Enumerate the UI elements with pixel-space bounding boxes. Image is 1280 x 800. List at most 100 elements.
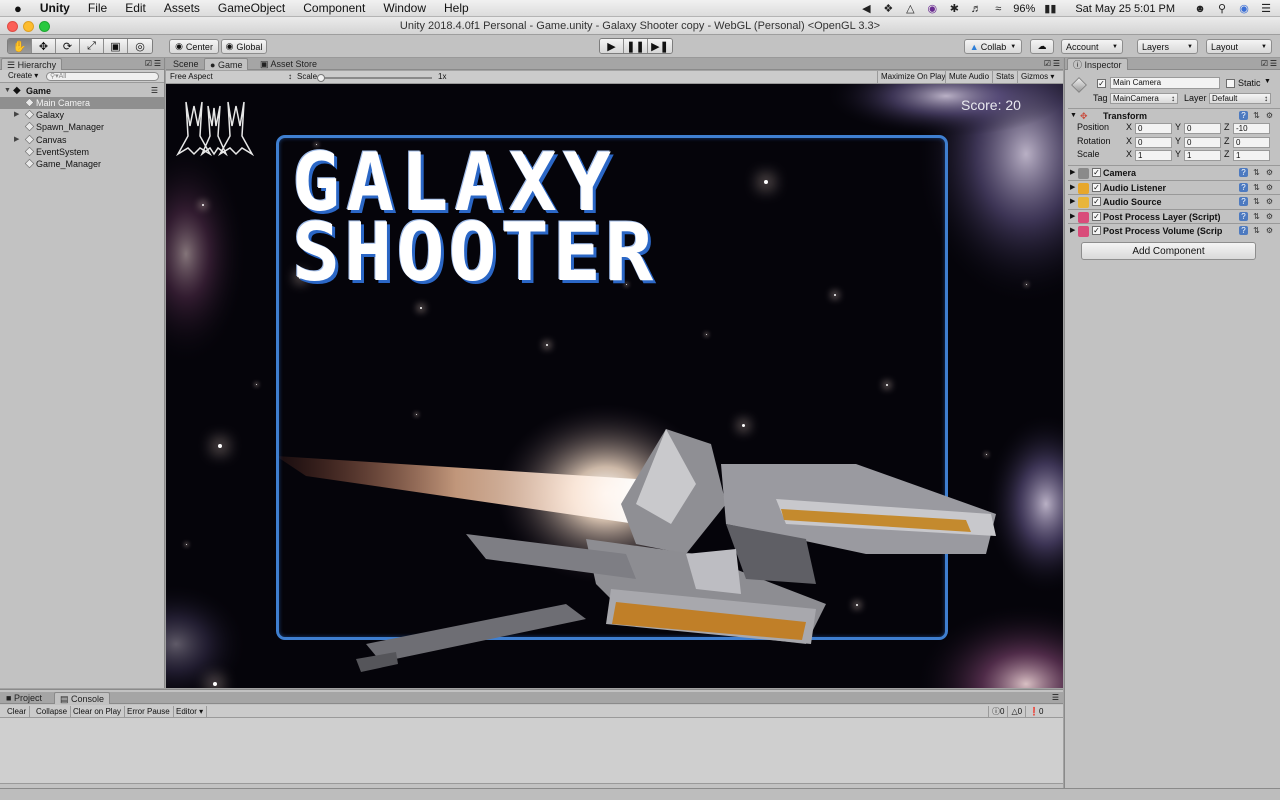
transform-header[interactable]: ▼ ✥ Transform ? ⇅ ⚙	[1068, 108, 1280, 122]
create-dropdown[interactable]: Create ▾	[8, 70, 38, 82]
pivot-center-button[interactable]: ◉ Center	[169, 39, 219, 54]
volume-icon[interactable]: ♬	[970, 3, 982, 15]
transform-rotation-z-field[interactable]: 0	[1233, 136, 1270, 148]
clock[interactable]: Sat May 25 5:01 PM	[1075, 3, 1175, 15]
gizmos-dropdown[interactable]: Gizmos ▾	[1017, 71, 1057, 83]
help-icon[interactable]: ?	[1239, 211, 1248, 221]
tab-asset-store[interactable]: ▣ Asset Store	[255, 58, 322, 70]
gear-icon[interactable]: ⚙	[1265, 168, 1274, 177]
panel-menu-icon[interactable]: ☰	[154, 59, 161, 68]
lock-icon[interactable]: ☑	[1261, 59, 1268, 68]
transform-scale-z-field[interactable]: 1	[1233, 150, 1270, 161]
help-icon[interactable]: ?	[1239, 226, 1248, 235]
menu-gameobject[interactable]: GameObject	[209, 1, 294, 15]
unity-status-icon[interactable]: ◀	[860, 3, 872, 15]
info-count-toggle[interactable]: ⓘ0	[988, 706, 1007, 717]
add-component-button[interactable]: Add Component	[1081, 242, 1256, 260]
expand-arrow-icon[interactable]: ▶	[14, 134, 19, 146]
user-icon[interactable]: ☻	[1194, 3, 1206, 15]
preset-icon[interactable]: ⇅	[1252, 111, 1261, 120]
hierarchy-item[interactable]: Spawn_Manager	[0, 121, 164, 133]
component-header[interactable]: ▶ ✓ Post Process Volume (Scrip? ⇅ ⚙	[1068, 223, 1280, 237]
panel-menu-icon[interactable]: ☰	[1270, 59, 1277, 68]
layout-dropdown[interactable]: Layout ▼	[1206, 39, 1272, 54]
tab-inspector[interactable]: ⓘ Inspector	[1067, 58, 1128, 70]
scale-slider-handle[interactable]	[317, 74, 325, 82]
bluetooth-icon[interactable]: ✱	[948, 3, 960, 15]
help-icon[interactable]: ?	[1239, 111, 1248, 120]
tab-project[interactable]: ■ Project	[1, 692, 47, 704]
gear-icon[interactable]: ⚙	[1265, 111, 1274, 120]
preset-icon[interactable]: ⇅	[1252, 183, 1261, 192]
tab-scene[interactable]: Scene	[168, 58, 204, 70]
lock-icon[interactable]: ☑	[1044, 59, 1051, 68]
editor-dropdown[interactable]: Editor ▾	[173, 706, 208, 717]
menu-component[interactable]: Component	[294, 1, 374, 15]
component-header[interactable]: ▶ ✓ Audio Source? ⇅ ⚙	[1068, 194, 1280, 208]
transform-rotation-y-field[interactable]: 0	[1184, 136, 1221, 148]
gear-icon[interactable]: ⚙	[1265, 197, 1274, 206]
collapse-toggle[interactable]: Collapse	[33, 706, 72, 717]
close-window-button[interactable]	[7, 21, 18, 32]
hierarchy-item[interactable]: Main Camera	[0, 97, 164, 109]
hierarchy-item[interactable]: EventSystem	[0, 146, 164, 158]
component-header[interactable]: ▶ ✓ Post Process Layer (Script)? ⇅ ⚙	[1068, 208, 1280, 224]
tag-dropdown[interactable]: MainCamera ↕	[1110, 93, 1178, 104]
stats-toggle[interactable]: Stats	[992, 71, 1017, 83]
scale-slider[interactable]	[317, 74, 432, 82]
scale-tool-icon[interactable]: ⤢	[80, 39, 104, 53]
aspect-dropdown[interactable]: Free Aspect ↕	[170, 71, 292, 83]
minimize-window-button[interactable]	[23, 21, 34, 32]
transform-position-x-field[interactable]: 0	[1135, 123, 1172, 134]
foldout-arrow-icon[interactable]: ▶	[1070, 224, 1075, 238]
game-view[interactable]: Score: 20 GALAXY SHOOTER	[166, 84, 1063, 688]
preset-icon[interactable]: ⇅	[1252, 197, 1261, 206]
object-name-field[interactable]: Main Camera	[1110, 77, 1220, 89]
error-count-toggle[interactable]: ❗0	[1025, 706, 1046, 717]
layers-dropdown[interactable]: Layers ▼	[1137, 39, 1198, 54]
foldout-arrow-icon[interactable]: ▶	[1070, 166, 1075, 180]
lock-icon[interactable]: ☑	[145, 59, 152, 68]
mute-audio-toggle[interactable]: Mute Audio	[945, 71, 992, 83]
foldout-arrow-icon[interactable]: ▶	[1070, 195, 1075, 209]
panel-menu-icon[interactable]: ☰	[1052, 693, 1059, 702]
space-global-button[interactable]: ◉ Global	[221, 39, 267, 54]
scene-menu-icon[interactable]: ☰	[151, 85, 158, 97]
component-enabled-checkbox[interactable]: ✓	[1092, 182, 1101, 192]
dropbox-icon[interactable]: ❖	[882, 3, 894, 15]
transform-scale-y-field[interactable]: 1	[1184, 150, 1221, 161]
preset-icon[interactable]: ⇅	[1252, 168, 1261, 177]
active-checkbox[interactable]: ✓	[1097, 79, 1106, 88]
menu-file[interactable]: File	[79, 1, 116, 15]
clear-button[interactable]: Clear	[4, 706, 31, 717]
clear-on-play-toggle[interactable]: Clear on Play	[70, 706, 126, 717]
gear-icon[interactable]: ⚙	[1265, 212, 1274, 221]
warning-count-toggle[interactable]: △0	[1007, 706, 1025, 717]
transform-scale-x-field[interactable]: 1	[1135, 150, 1172, 161]
pause-button-icon[interactable]: ❚❚	[624, 39, 648, 53]
foldout-arrow-icon[interactable]: ▶	[1070, 210, 1075, 224]
hierarchy-item[interactable]: ▶ Galaxy	[0, 109, 164, 121]
component-enabled-checkbox[interactable]: ✓	[1092, 197, 1101, 206]
foldout-arrow-icon[interactable]: ▼	[1070, 109, 1077, 123]
cloud-button[interactable]: ☁	[1030, 39, 1054, 54]
component-header[interactable]: ▶ ✓ Audio Listener? ⇅ ⚙	[1068, 179, 1280, 194]
expand-arrow-icon[interactable]: ▼	[4, 85, 11, 97]
zoom-window-button[interactable]	[39, 21, 50, 32]
help-icon[interactable]: ?	[1239, 168, 1248, 177]
component-enabled-checkbox[interactable]: ✓	[1092, 168, 1101, 177]
console-log-area[interactable]	[0, 718, 1063, 784]
maximize-on-play-toggle[interactable]: Maximize On Play	[877, 71, 948, 83]
component-enabled-checkbox[interactable]: ✓	[1092, 226, 1101, 235]
gear-icon[interactable]: ⚙	[1265, 183, 1274, 192]
rotate-tool-icon[interactable]: ⟳	[56, 39, 80, 53]
apple-menu-icon[interactable]: ●	[0, 1, 31, 16]
panel-menu-icon[interactable]: ☰	[1053, 59, 1060, 68]
play-button-icon[interactable]: ▶	[600, 39, 624, 53]
hierarchy-search-input[interactable]: ⚲▾All	[46, 72, 159, 81]
expand-arrow-icon[interactable]: ▶	[14, 109, 19, 121]
hierarchy-item[interactable]: Game_Manager	[0, 158, 164, 170]
preset-icon[interactable]: ⇅	[1252, 226, 1261, 235]
spotlight-search-icon[interactable]: ⚲	[1216, 3, 1228, 15]
gear-icon[interactable]: ⚙	[1265, 226, 1274, 235]
